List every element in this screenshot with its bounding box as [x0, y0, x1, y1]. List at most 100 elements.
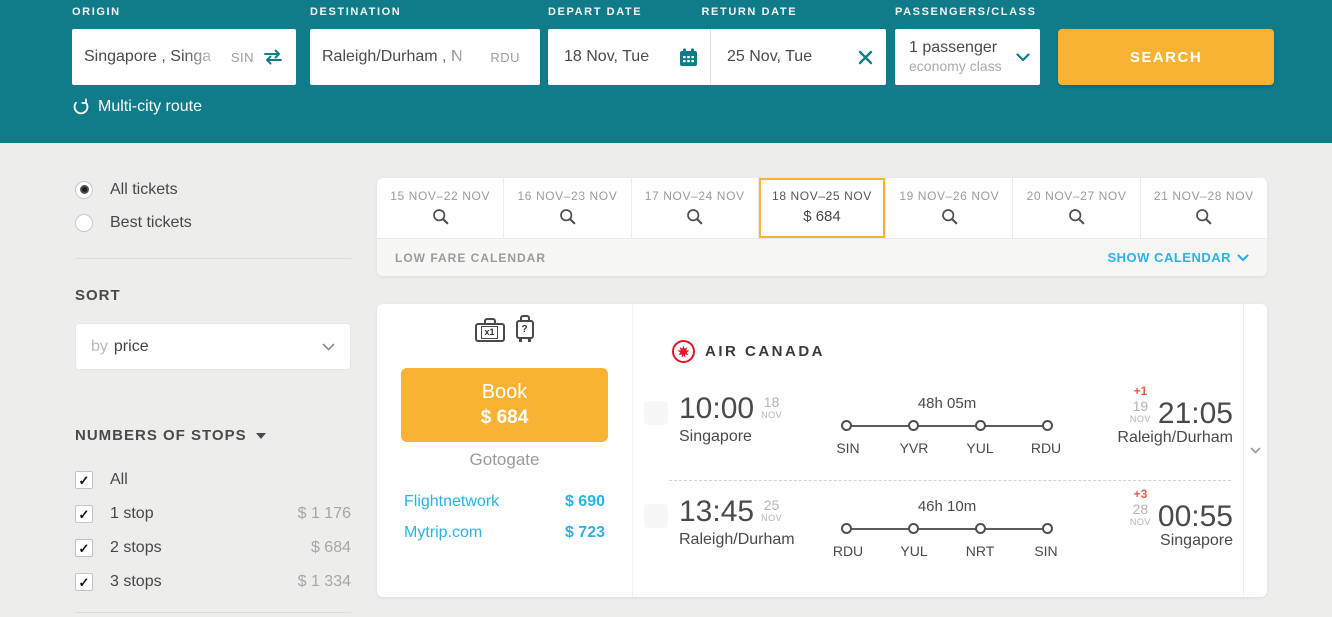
flight-duration: 48h 05m	[917, 395, 977, 412]
alternative-vendors: Flightnetwork $ 690 Mytrip.com $ 723	[377, 493, 632, 555]
passenger-count: 1 passenger	[909, 39, 998, 57]
return-date-input[interactable]: 25 Nov, Tue	[710, 29, 886, 85]
swap-icon[interactable]	[262, 49, 284, 65]
date-tab-17-24[interactable]: 17 NOV–24 NOV	[632, 178, 759, 238]
departure-info: 13:45 25 NOV Raleigh/Durham	[679, 495, 831, 549]
alt-vendor-flightnetwork[interactable]: Flightnetwork $ 690	[404, 493, 605, 511]
return-leg[interactable]: 13:45 25 NOV Raleigh/Durham 46h 10m RDU …	[644, 488, 1233, 559]
stop-dot	[908, 523, 919, 534]
stops-option-1stop[interactable]: ✓ 1 stop $ 1 176	[75, 497, 351, 531]
stops-option-price: $ 684	[310, 539, 351, 556]
date-tab-21-28[interactable]: 21 NOV–28 NOV	[1141, 178, 1267, 238]
stops-option-2stops[interactable]: ✓ 2 stops $ 684	[75, 531, 351, 565]
depart-date-value[interactable]: 18 Nov, Tue	[564, 48, 679, 66]
low-fare-calendar-label: LOW FARE CALENDAR	[395, 250, 546, 265]
arrival-city: Raleigh/Durham	[1117, 429, 1233, 446]
booking-panel: x1 ? Book $ 684 Gotogate Flightnetwork $…	[377, 304, 633, 597]
date-tab-20-27[interactable]: 20 NOV–27 NOV	[1013, 178, 1141, 238]
stops-option-3stops[interactable]: ✓ 3 stops $ 1 334	[75, 565, 351, 599]
departure-time: 10:00	[679, 392, 755, 425]
expand-result-button[interactable]	[1243, 304, 1267, 597]
date-tab-18-25-selected[interactable]: 18 NOV–25 NOV $ 684	[759, 178, 887, 238]
checkbox-checked-icon[interactable]: ✓	[75, 573, 93, 591]
origin-value[interactable]: Singapore , Singa	[84, 48, 225, 66]
passengers-selector[interactable]: 1 passenger economy class	[895, 29, 1040, 85]
radio-unselected-icon[interactable]	[75, 213, 93, 232]
checkbox-checked-icon[interactable]: ✓	[75, 539, 93, 557]
return-date-value[interactable]: 25 Nov, Tue	[727, 48, 857, 66]
date-tabs-row: 15 NOV–22 NOV 16 NOV–23 NOV 17 NOV–24 NO…	[377, 178, 1267, 238]
origin-input[interactable]: Singapore , Singa SIN	[72, 29, 296, 85]
airline-name: AIR CANADA	[705, 343, 825, 360]
date-tab-15-22[interactable]: 15 NOV–22 NOV	[377, 178, 505, 238]
search-button[interactable]: SEARCH	[1058, 29, 1274, 85]
origin-airport-code: SIN	[230, 49, 254, 65]
show-calendar-button[interactable]: SHOW CALENDAR	[1108, 250, 1250, 265]
cabin-bag-icon: x1	[474, 318, 505, 342]
stops-option-all[interactable]: ✓ All	[75, 463, 351, 497]
multicity-link[interactable]: Multi-city route	[72, 98, 202, 116]
checkbox-checked-icon[interactable]: ✓	[75, 505, 93, 523]
filter-all-tickets[interactable]: All tickets	[75, 173, 351, 206]
origin-label: ORIGIN	[72, 6, 121, 18]
stop-dot	[841, 420, 852, 431]
destination-input[interactable]: Raleigh/Durham , N RDU	[310, 29, 540, 85]
alt-vendor-mytrip[interactable]: Mytrip.com $ 723	[404, 524, 605, 542]
search-icon	[941, 208, 958, 225]
date-tab-19-26[interactable]: 19 NOV–26 NOV	[886, 178, 1014, 238]
flight-result-card: x1 ? Book $ 684 Gotogate Flightnetwork $…	[377, 304, 1267, 597]
sidebar-divider	[75, 612, 351, 613]
stop-dot	[841, 523, 852, 534]
route-line	[841, 420, 1053, 431]
search-header: ORIGIN Singapore , Singa SIN DESTINATION…	[0, 0, 1332, 143]
passengers-label: PASSENGERS/CLASS	[895, 6, 1037, 18]
sort-select[interactable]: by price	[75, 323, 351, 370]
calendar-icon[interactable]	[679, 48, 698, 67]
dates-group: DEPART DATE RETURN DATE 18 Nov, Tue 25 N…	[548, 6, 886, 85]
route-line	[841, 523, 1053, 534]
collapse-triangle-icon	[255, 432, 266, 439]
legs-separator	[669, 480, 1231, 481]
outbound-leg[interactable]: 10:00 18 NOV Singapore 48h 05m SIN YVR Y…	[644, 385, 1233, 456]
depart-date-input[interactable]: 18 Nov, Tue	[548, 29, 710, 85]
date-tabs-card: 15 NOV–22 NOV 16 NOV–23 NOV 17 NOV–24 NO…	[377, 178, 1267, 276]
filter-best-tickets[interactable]: Best tickets	[75, 206, 351, 239]
stops-heading[interactable]: NUMBERS OF STOPS	[75, 427, 351, 444]
stops-option-price: $ 1 334	[297, 573, 351, 590]
book-label: Book	[481, 381, 528, 403]
airline-logo: AIR CANADA	[672, 340, 825, 363]
departure-date: 25 NOV	[761, 497, 783, 523]
arrival-time: 21:05	[1157, 397, 1233, 430]
chevron-down-icon	[322, 343, 335, 351]
passengers-group: PASSENGERS/CLASS 1 passenger economy cla…	[895, 6, 1040, 85]
book-button[interactable]: Book $ 684	[401, 368, 608, 442]
day-offset-badge: +3	[1133, 487, 1148, 501]
destination-label: DESTINATION	[310, 6, 402, 18]
ticket-select-checkbox[interactable]	[644, 401, 668, 425]
tab-price: $ 684	[803, 208, 841, 225]
ticket-select-checkbox[interactable]	[644, 504, 668, 528]
stop-dot	[975, 523, 986, 534]
radio-selected-icon[interactable]	[75, 180, 93, 199]
origin-group: ORIGIN Singapore , Singa SIN	[72, 6, 296, 85]
stop-dot	[1042, 523, 1053, 534]
destination-value[interactable]: Raleigh/Durham , N	[322, 48, 484, 66]
departure-time: 13:45	[679, 495, 755, 528]
checked-bag-icon: ?	[515, 315, 535, 342]
search-icon	[559, 208, 576, 225]
stops-filter-list: ✓ All ✓ 1 stop $ 1 176 ✓ 2 stops $ 684 ✓…	[75, 463, 351, 599]
search-icon	[686, 208, 703, 225]
checkbox-checked-icon[interactable]: ✓	[75, 471, 93, 489]
close-icon[interactable]	[857, 49, 874, 66]
search-form: ORIGIN Singapore , Singa SIN DESTINATION…	[72, 6, 1274, 85]
arrival-date: +3 28 NOV	[1129, 487, 1151, 527]
search-icon	[1195, 208, 1212, 225]
multicity-label: Multi-city route	[98, 98, 203, 115]
arrival-city: Singapore	[1160, 532, 1233, 549]
date-tab-16-23[interactable]: 16 NOV–23 NOV	[504, 178, 632, 238]
results-area: 15 NOV–22 NOV 16 NOV–23 NOV 17 NOV–24 NO…	[377, 178, 1267, 597]
stop-codes: SIN YVR YUL RDU	[836, 440, 1062, 456]
stop-dot	[908, 420, 919, 431]
search-icon	[432, 208, 449, 225]
destination-group: DESTINATION Raleigh/Durham , N RDU	[310, 6, 540, 85]
